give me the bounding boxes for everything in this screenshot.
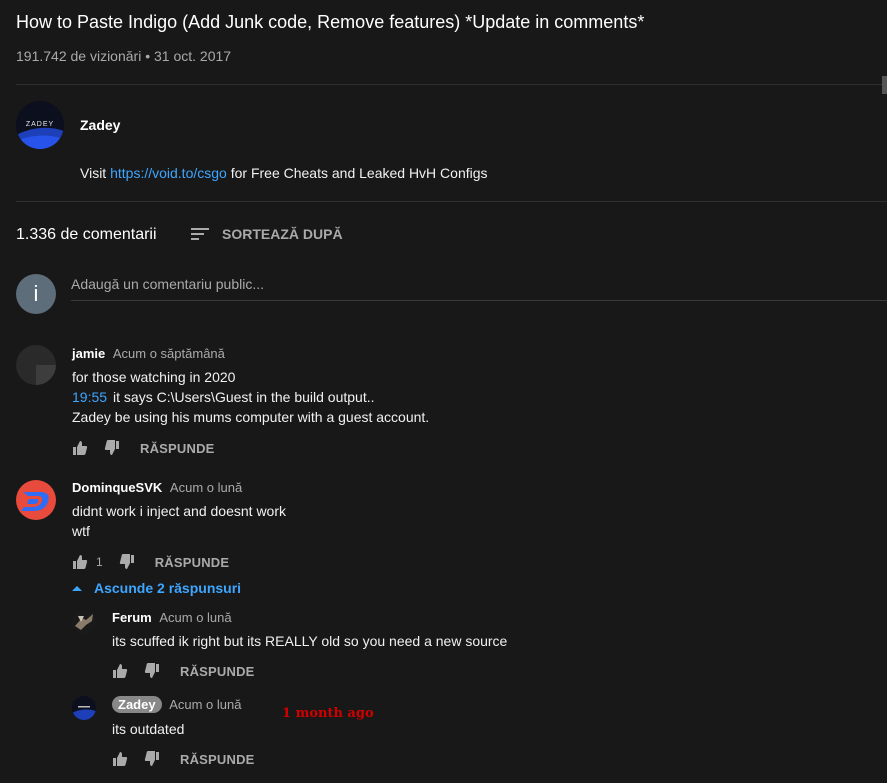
- reply-header: Zadey Acum o lună: [112, 696, 241, 713]
- like-icon[interactable]: [72, 440, 88, 456]
- dislike-icon[interactable]: [119, 554, 135, 570]
- comment-avatar[interactable]: [16, 480, 56, 520]
- reply-actions: RĂSPUNDE: [112, 663, 255, 679]
- hide-replies-button[interactable]: Ascunde 2 răspunsuri: [72, 580, 241, 596]
- comment-author[interactable]: jamie: [72, 346, 105, 361]
- annotation-label: 1 month ago: [282, 706, 374, 721]
- scrollbar-thumb[interactable]: [882, 76, 887, 94]
- reply-button[interactable]: RĂSPUNDE: [140, 441, 215, 456]
- comment-line: Zadey be using his mums computer with a …: [72, 409, 430, 425]
- view-count: 191.742 de vizionări: [16, 48, 142, 64]
- reply-time[interactable]: Acum o lună: [159, 610, 231, 625]
- description-suffix: for Free Cheats and Leaked HvH Configs: [226, 165, 488, 181]
- d-logo-avatar-icon: [16, 480, 56, 520]
- comment-input[interactable]: [71, 272, 887, 296]
- reply-text: its outdated: [112, 721, 185, 737]
- default-avatar-icon: [16, 345, 56, 385]
- timestamp-link[interactable]: 19:55: [72, 389, 107, 405]
- comment-actions: RĂSPUNDE: [72, 440, 215, 456]
- comment-count: 1.336 de comentarii: [16, 226, 157, 243]
- description-prefix: Visit: [80, 165, 111, 181]
- dislike-icon[interactable]: [104, 440, 120, 456]
- video-title: How to Paste Indigo (Add Junk code, Remo…: [16, 12, 645, 32]
- channel-avatar[interactable]: ZADEY: [16, 101, 64, 149]
- like-icon[interactable]: [112, 663, 128, 679]
- video-meta: 191.742 de vizionări • 31 oct. 2017: [16, 48, 231, 64]
- owner-author-badge[interactable]: Zadey: [112, 696, 162, 713]
- description-link[interactable]: https://void.to/csgo: [110, 165, 227, 181]
- channel-logo-icon: ZADEY: [16, 101, 64, 149]
- user-avatar: i: [16, 274, 56, 314]
- chevron-up-icon: [72, 586, 82, 591]
- reply-text: its scuffed ik right but its REALLY old …: [112, 633, 508, 649]
- like-icon[interactable]: [72, 554, 88, 570]
- comment-line: 19:55 it says C:\Users\Guest in the build…: [72, 387, 429, 407]
- reply-button[interactable]: RĂSPUNDE: [155, 555, 230, 570]
- reply-actions: RĂSPUNDE: [112, 751, 255, 767]
- comment-time[interactable]: Acum o săptămână: [113, 346, 225, 361]
- comment-text: for those watching in 2020 19:55 it says …: [72, 367, 429, 427]
- comment-line: didnt work i inject and doesnt work: [72, 503, 286, 519]
- like-count: 1: [96, 555, 103, 569]
- publish-date: 31 oct. 2017: [154, 48, 232, 64]
- comment-line: wtf: [72, 523, 90, 539]
- sort-label: SORTEAZĂ DUPĂ: [222, 226, 343, 242]
- comment-author[interactable]: DominqueSVK: [72, 480, 162, 495]
- comment-input-wrap: [71, 272, 887, 301]
- dislike-icon[interactable]: [144, 663, 160, 679]
- comment-time[interactable]: Acum o lună: [170, 480, 242, 495]
- comment-line-text: it says C:\Users\Guest in the build outp…: [113, 389, 375, 405]
- reply-button[interactable]: RĂSPUNDE: [180, 664, 255, 679]
- channel-name[interactable]: Zadey: [80, 117, 120, 133]
- reply-avatar[interactable]: [72, 696, 96, 720]
- header-divider: [16, 84, 887, 85]
- comment-avatar[interactable]: [16, 345, 56, 385]
- reply-time[interactable]: Acum o lună: [169, 697, 241, 712]
- channel-logo-icon: [72, 696, 96, 720]
- svg-text:ZADEY: ZADEY: [26, 121, 54, 128]
- comment-actions: 1 RĂSPUNDE: [72, 554, 229, 570]
- video-description: Visit https://void.to/csgo for Free Chea…: [80, 165, 488, 181]
- dislike-icon[interactable]: [144, 751, 160, 767]
- sort-button[interactable]: SORTEAZĂ DUPĂ: [190, 226, 343, 242]
- comment-line: for those watching in 2020: [72, 369, 236, 385]
- sort-icon: [191, 228, 209, 240]
- ferum-avatar-icon: [72, 610, 96, 634]
- reply-avatar[interactable]: [72, 610, 96, 634]
- description-divider: [16, 201, 887, 202]
- comment-header: DominqueSVK Acum o lună: [72, 480, 242, 495]
- reply-header: Ferum Acum o lună: [112, 610, 232, 625]
- like-icon[interactable]: [112, 751, 128, 767]
- comment-header: jamie Acum o săptămână: [72, 346, 225, 361]
- reply-author[interactable]: Ferum: [112, 610, 152, 625]
- hide-replies-label: Ascunde 2 răspunsuri: [94, 580, 242, 596]
- meta-separator: •: [145, 48, 151, 64]
- reply-button[interactable]: RĂSPUNDE: [180, 752, 255, 767]
- comment-text: didnt work i inject and doesnt work wtf: [72, 501, 286, 541]
